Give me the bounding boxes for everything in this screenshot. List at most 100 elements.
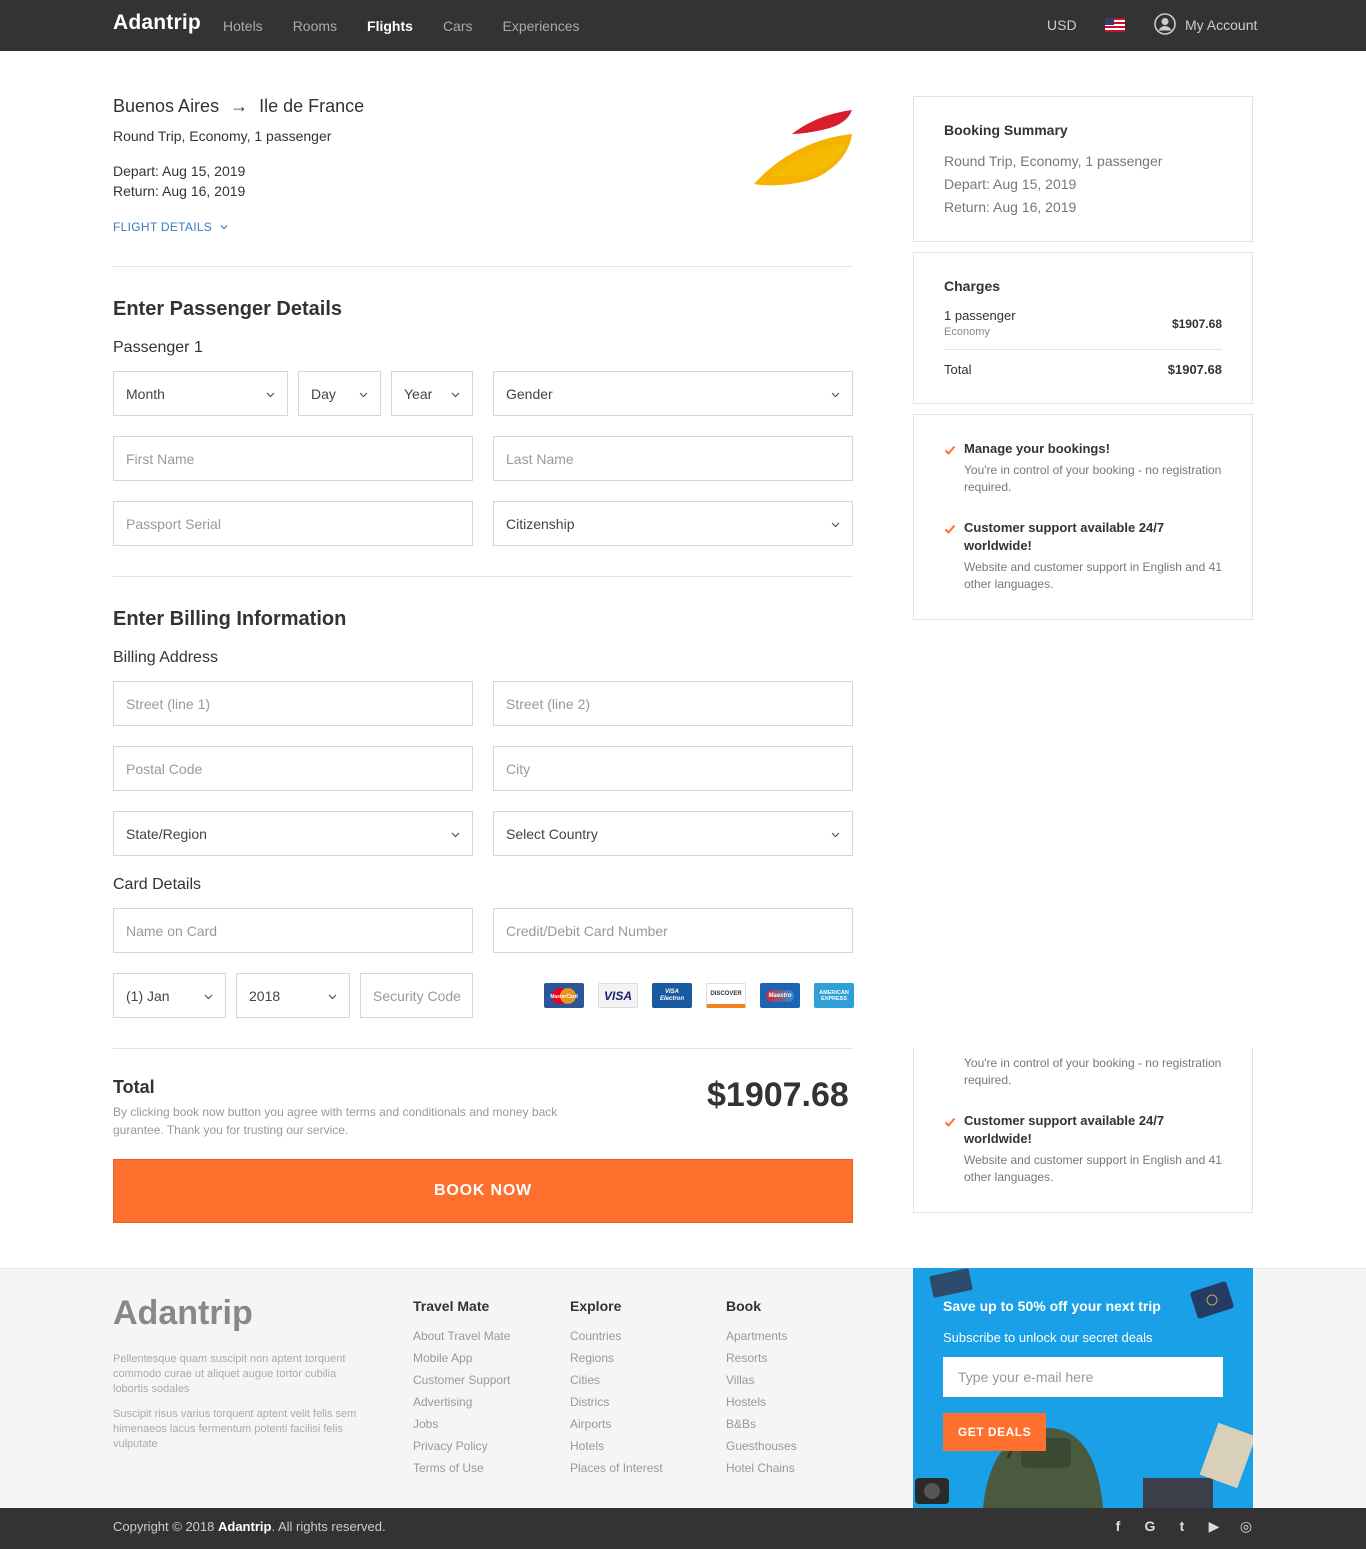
facebook-icon[interactable]: f [1110,1518,1126,1534]
footer-link[interactable]: B&Bs [726,1416,797,1438]
total-amount: $1907.68 [707,1076,849,1114]
country-select[interactable]: Select Country [493,811,853,856]
benefit-title: Customer support available 24/7 worldwid… [964,1113,1165,1146]
gender-select[interactable]: Gender [493,371,853,416]
footer-link[interactable]: Resorts [726,1350,797,1372]
footer-link[interactable]: Districs [570,1394,663,1416]
citizenship-select[interactable]: Citizenship [493,501,853,546]
footer-link[interactable]: Villas [726,1372,797,1394]
footer-link[interactable]: Hostels [726,1394,797,1416]
footer-link[interactable]: Hotel Chains [726,1460,797,1482]
citizenship-value: Citizenship [506,515,575,532]
benefit-text: You're in control of your booking - no r… [964,463,1222,494]
chevron-down-icon [451,392,460,398]
main-menu: Hotels Rooms Flights Cars Experiences [223,0,610,51]
expiry-month-select[interactable]: (1) Jan [113,973,226,1018]
footer-column-book: Book Apartments Resorts Villas Hostels B… [726,1298,797,1482]
last-name-input[interactable]: Last Name [493,436,853,481]
street-line2-input[interactable]: Street (line 2) [493,681,853,726]
route-to: Ile de France [259,96,365,116]
footer-link[interactable]: Advertising [413,1394,510,1416]
visa-electron-icon: VISA Electron [652,983,692,1008]
footer-link[interactable]: Regions [570,1350,663,1372]
footer-link[interactable]: Terms of Use [413,1460,510,1482]
instagram-icon[interactable]: ◎ [1238,1518,1254,1534]
footer-link[interactable]: Privacy Policy [413,1438,510,1460]
nav-link-rooms[interactable]: Rooms [293,18,337,34]
booking-summary-panel: Booking Summary Round Trip, Economy, 1 p… [913,96,1253,242]
charge-item-value: $1907.68 [1171,317,1222,331]
footer-link[interactable]: Cities [570,1372,663,1394]
expiry-year-select[interactable]: 2018 [236,973,350,1018]
state-region-select[interactable]: State/Region [113,811,473,856]
visa-icon: VISA [598,983,638,1008]
trip-info: Round Trip, Economy, 1 passenger [113,128,332,144]
footer-link[interactable]: About Travel Mate [413,1328,510,1350]
youtube-icon[interactable]: ▶ [1206,1518,1222,1534]
footer-link[interactable]: Mobile App [413,1350,510,1372]
my-account-link[interactable]: My Account [1185,17,1257,33]
nav-link-cars[interactable]: Cars [443,18,473,34]
currency-selector[interactable]: USD [1047,17,1077,33]
security-code-input[interactable]: Security Code [360,973,473,1018]
google-icon[interactable]: G [1142,1518,1158,1534]
birth-month-select[interactable]: Month [113,371,288,416]
footer-link[interactable]: Airports [570,1416,663,1438]
email-input[interactable]: Type your e-mail here [943,1357,1223,1397]
footer-column-explore: Explore Countries Regions Cities Distric… [570,1298,663,1482]
chevron-down-icon [359,392,368,398]
footer-text: Pellentesque quam suscipit non aptent to… [113,1353,346,1395]
passenger-subtitle: Passenger 1 [113,339,203,356]
footer-link[interactable]: Hotels [570,1438,663,1460]
check-icon [944,445,956,455]
social-links: f G t ▶ ◎ [1110,1518,1254,1535]
promo-subtitle: Subscribe to unlock our secret deals [943,1330,1153,1345]
city-input[interactable]: City [493,746,853,791]
flight-route: Buenos Aires → Ile de France [113,96,364,117]
benefit-title: Manage your bookings! [964,441,1110,456]
street-line1-input[interactable]: Street (line 1) [113,681,473,726]
footer-link[interactable]: Customer Support [413,1372,510,1394]
first-name-input[interactable]: First Name [113,436,473,481]
passport-serial-input[interactable]: Passport Serial [113,501,473,546]
birth-year-value: Year [404,385,433,402]
us-flag-icon[interactable] [1105,18,1125,32]
birth-year-select[interactable]: Year [391,371,473,416]
book-now-button[interactable]: BOOK NOW [113,1159,853,1223]
amex-icon: AMERICAN EXPRESS [814,983,854,1008]
twitter-icon[interactable]: t [1174,1518,1190,1534]
nav-link-flights[interactable]: Flights [367,18,413,34]
footer-link[interactable]: Countries [570,1328,663,1350]
charges-total-label: Total [944,362,972,377]
benefit-text: Website and customer support in English … [964,560,1222,591]
visa-text: VISA [603,988,632,1003]
birth-day-select[interactable]: Day [298,371,381,416]
charges-total-value: $1907.68 [1167,362,1222,377]
chevron-down-icon [266,392,275,398]
footer-link[interactable]: Guesthouses [726,1438,797,1460]
copyright-brand[interactable]: Adantrip [218,1519,271,1534]
billing-address-title: Billing Address [113,649,218,666]
chevron-down-icon [204,994,213,1000]
charges-title: Charges [944,278,1001,294]
get-deals-button[interactable]: GET DEALS [943,1413,1046,1451]
brand-logo[interactable]: Adantrip [113,11,201,35]
birth-day-value: Day [311,385,336,402]
nav-link-hotels[interactable]: Hotels [223,18,263,34]
footer-column-travel-mate: Travel Mate About Travel Mate Mobile App… [413,1298,510,1482]
copyright-text: Copyright © 2018 Adantrip. All rights re… [113,1519,386,1534]
postal-code-input[interactable]: Postal Code [113,746,473,791]
discover-text: DISCOVER [710,991,742,997]
gender-value: Gender [506,385,553,402]
flight-details-toggle[interactable]: FLIGHT DETAILS [113,220,228,234]
footer-link[interactable]: Places of Interest [570,1460,663,1482]
user-avatar-icon[interactable] [1154,13,1176,35]
footer-logo[interactable]: Adantrip [113,1294,253,1333]
chevron-down-icon [831,832,840,838]
card-number-input[interactable]: Credit/Debit Card Number [493,908,853,953]
nav-link-experiences[interactable]: Experiences [503,18,580,34]
name-on-card-input[interactable]: Name on Card [113,908,473,953]
footer-link[interactable]: Jobs [413,1416,510,1438]
charges-divider [944,349,1222,350]
footer-link[interactable]: Apartments [726,1328,797,1350]
